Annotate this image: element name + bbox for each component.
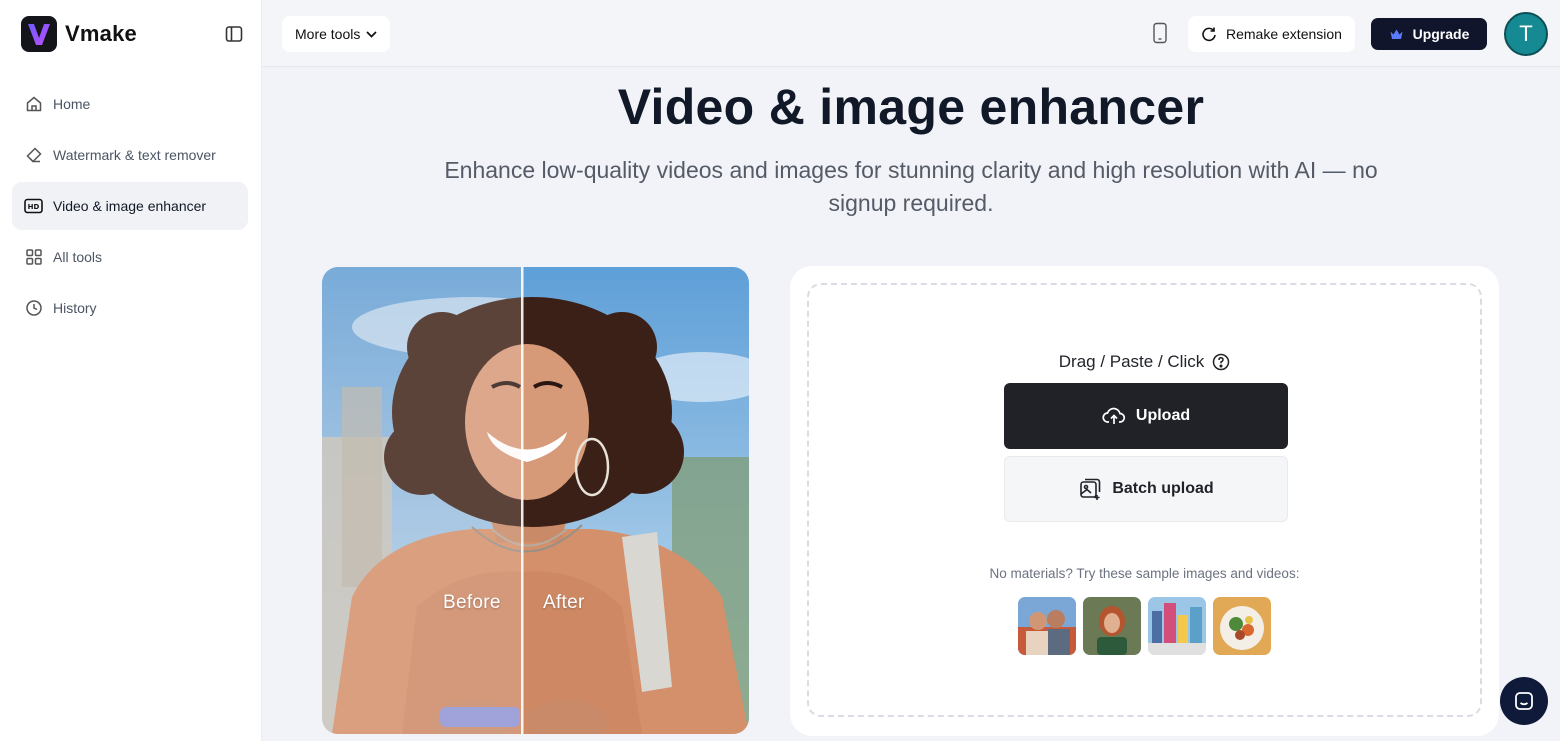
crown-icon [1390, 29, 1403, 39]
chat-support-button[interactable] [1500, 677, 1548, 725]
before-label: Before [443, 592, 501, 613]
sample-thumbnail-couple[interactable] [1018, 597, 1076, 655]
hd-icon: HD [24, 197, 43, 216]
sidebar-item-watermark-remover[interactable]: Watermark & text remover [12, 131, 248, 179]
clock-icon [24, 299, 43, 318]
after-label: After [543, 592, 585, 613]
page-title: Video & image enhancer [617, 79, 1205, 135]
sidebar-item-label: Home [53, 96, 91, 112]
chevron-down-icon [366, 30, 377, 38]
batch-upload-button[interactable]: Batch upload [1004, 456, 1288, 522]
upload-card: Drag / Paste / Click Upload Batch upload… [790, 266, 1499, 736]
top-bar: More tools Remake extension Upgrade T [262, 0, 1560, 67]
upload-button[interactable]: Upload [1004, 383, 1288, 449]
upload-label: Upload [1135, 407, 1191, 424]
sidebar-item-label: Watermark & text remover [53, 147, 216, 163]
sidebar-item-home[interactable]: Home [12, 80, 248, 128]
cloud-upload-icon [1102, 407, 1125, 424]
svg-text:HD: HD [28, 203, 40, 211]
upgrade-label: Upgrade [1412, 26, 1470, 42]
upload-dropzone[interactable]: Drag / Paste / Click Upload Batch upload… [807, 283, 1482, 717]
sidebar-item-label: Video & image enhancer [53, 198, 207, 214]
sample-thumbnail-portrait[interactable] [1083, 597, 1141, 655]
sidebar-item-video-image-enhancer[interactable]: HD Video & image enhancer [12, 182, 248, 230]
vmake-logo-icon [21, 16, 57, 52]
batch-images-icon [1080, 478, 1101, 500]
eraser-icon [24, 146, 43, 165]
more-tools-label: More tools [295, 26, 361, 42]
refresh-icon [1202, 27, 1216, 42]
sample-list [1018, 597, 1278, 655]
grid-icon [24, 248, 43, 267]
home-icon [24, 95, 43, 114]
drag-hint-text: Drag / Paste / Click [1058, 352, 1205, 371]
preview-illustration [322, 267, 749, 734]
sidebar-nav: Home Watermark & text remover HD Video &… [12, 80, 248, 335]
more-tools-dropdown[interactable]: More tools [282, 16, 391, 52]
chat-icon [1515, 692, 1533, 710]
sidebar: Vmake Home Watermark & text remover HD V… [0, 0, 262, 741]
remake-extension-label: Remake extension [1226, 26, 1342, 42]
avatar-initial: T [1519, 21, 1533, 46]
upgrade-button[interactable]: Upgrade [1371, 18, 1487, 50]
samples-hint: No materials? Try these sample images an… [989, 566, 1300, 581]
remake-extension-button[interactable]: Remake extension [1188, 16, 1355, 52]
help-icon[interactable] [1212, 353, 1230, 371]
sidebar-toggle-icon[interactable] [224, 24, 244, 44]
avatar[interactable]: T [1504, 12, 1548, 56]
brand[interactable]: Vmake [21, 16, 137, 52]
sidebar-item-label: History [53, 300, 97, 316]
batch-upload-label: Batch upload [1112, 480, 1214, 497]
before-after-preview[interactable]: Before After [322, 267, 749, 734]
sidebar-item-all-tools[interactable]: All tools [12, 233, 248, 281]
page-subtitle: Enhance low-quality videos and images fo… [444, 157, 1378, 216]
mobile-phone-icon[interactable] [1152, 22, 1168, 44]
sample-thumbnail-food[interactable] [1213, 597, 1271, 655]
sidebar-item-label: All tools [53, 249, 103, 265]
sidebar-item-history[interactable]: History [12, 284, 248, 332]
sample-thumbnail-city[interactable] [1148, 597, 1206, 655]
drag-hint: Drag / Paste / Click [809, 352, 1480, 372]
brand-name: Vmake [65, 21, 137, 46]
